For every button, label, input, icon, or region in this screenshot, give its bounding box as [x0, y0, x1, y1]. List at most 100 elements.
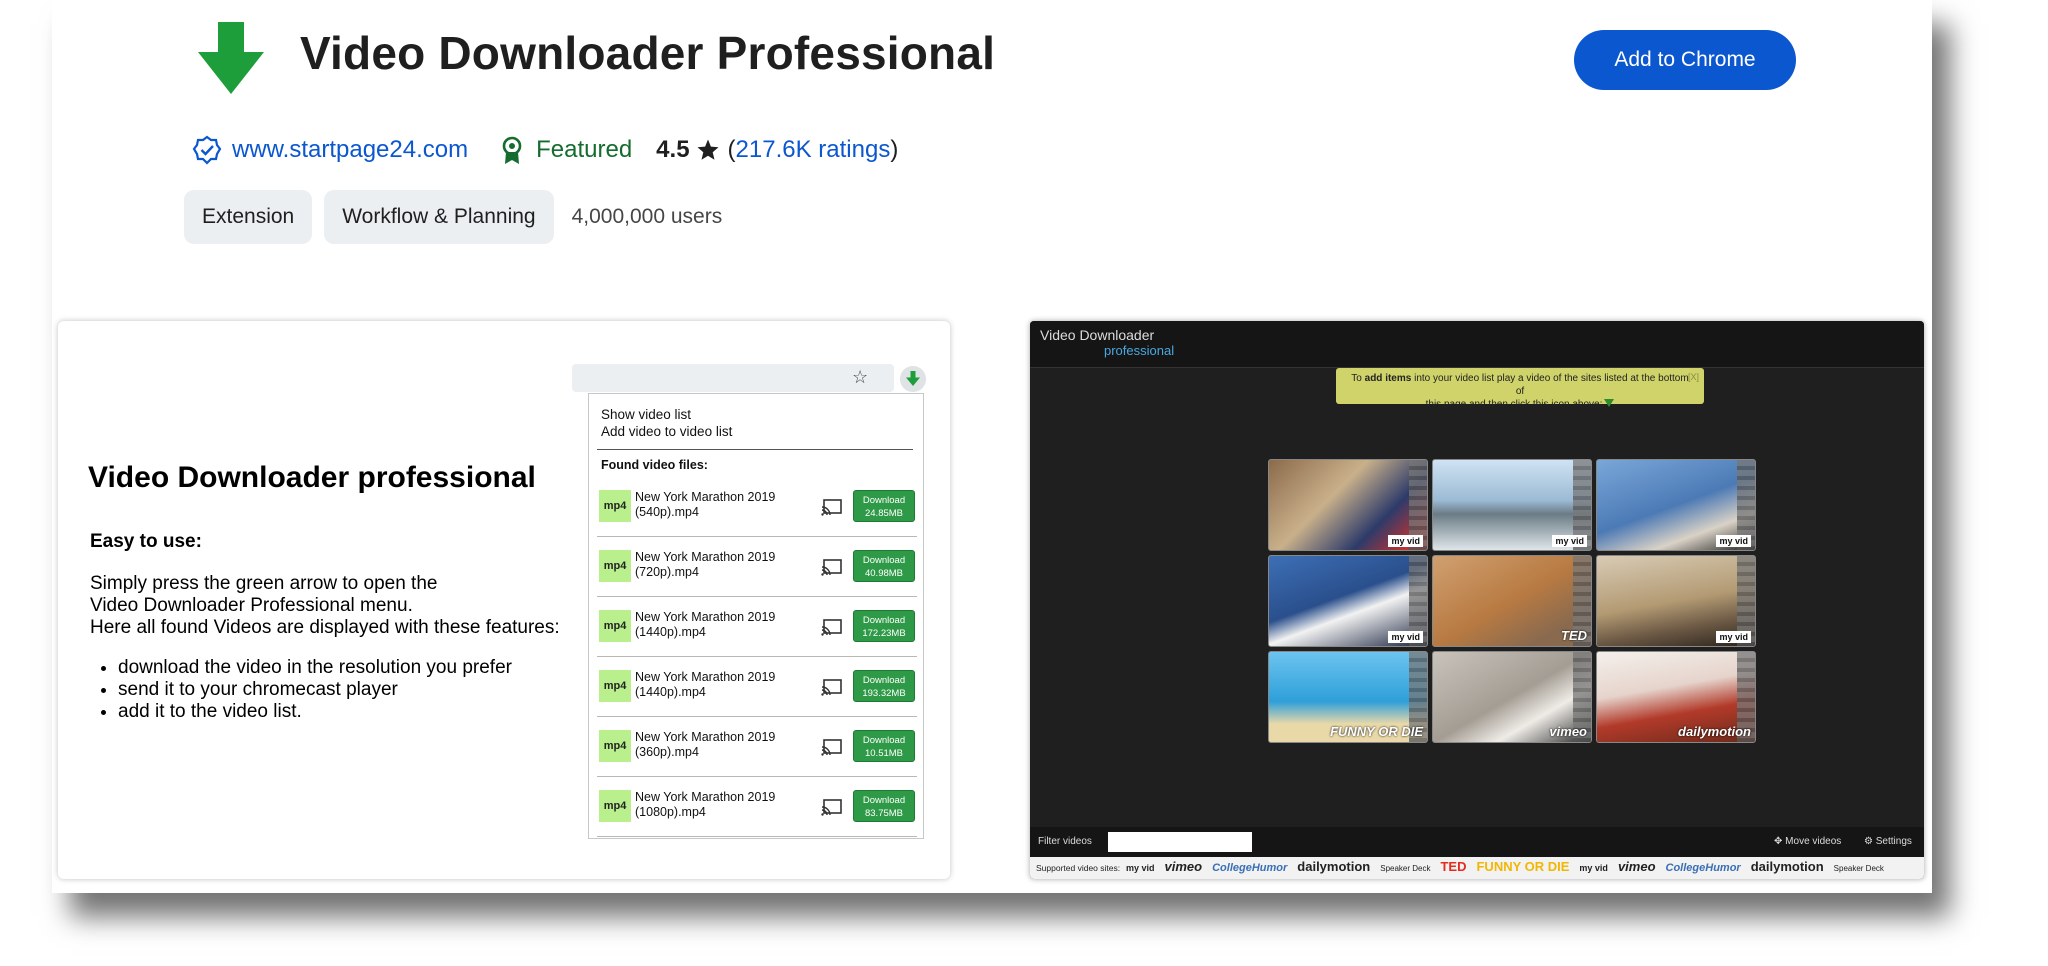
format-badge: mp4 [599, 610, 631, 642]
file-name-line: New York Marathon 2019 [635, 790, 776, 804]
file-name-line: New York Marathon 2019 [635, 670, 776, 684]
screenshot1-title: Video Downloader professional [88, 461, 536, 494]
download-button[interactable]: Download 83.75MB [853, 790, 915, 822]
video-thumbnail[interactable]: FUNNY OR DIE [1268, 651, 1428, 743]
thumbnail-source-label: dailymotion [1678, 724, 1751, 739]
move-icon: ✥ [1774, 836, 1783, 847]
move-videos-label: Move videos [1785, 836, 1842, 847]
description-line: Video Downloader Professional menu. [90, 595, 413, 616]
feature-item: download the video in the resolution you… [118, 657, 512, 679]
featured-label: Featured [536, 136, 633, 163]
screenshot1-subtitle: Easy to use: [90, 531, 202, 552]
file-name-line: New York Marathon 2019 [635, 610, 776, 624]
rating-value: 4.5 [656, 136, 690, 163]
supported-site-logo: Speaker Deck [1380, 864, 1431, 873]
download-label: Download [862, 795, 906, 806]
notice-bold: add items [1364, 373, 1412, 384]
supported-label: Supported video sites: [1036, 863, 1121, 873]
download-size: 193.32MB [862, 688, 906, 699]
screenshot-2[interactable]: Video Downloader professional [X] To add… [1030, 321, 1924, 879]
info-notice: [X] To add items into your video list pl… [1336, 368, 1704, 410]
file-row: mp4 New York Marathon 2019 (540p).mp4 Downl… [597, 476, 917, 537]
chip-extension[interactable]: Extension [184, 190, 313, 244]
file-name: New York Marathon 2019 (540p).mp4 [635, 490, 795, 520]
extension-popup: Show video list Add video to video list … [588, 393, 924, 839]
cast-icon[interactable] [821, 618, 843, 636]
thumbnail-source-label: my vid [1716, 631, 1751, 643]
video-thumbnail[interactable]: my vid [1268, 555, 1428, 647]
supported-site-logo: FUNNY OR DIE [1476, 859, 1570, 874]
file-row: mp4 New York Marathon 2019 (1080p).mp4 Down… [597, 776, 917, 837]
star-icon [697, 139, 719, 160]
download-button[interactable]: Download 10.51MB [853, 730, 915, 762]
file-name-line: (540p).mp4 [635, 505, 699, 519]
feature-list: download the video in the resolution you… [90, 657, 512, 723]
cast-icon[interactable] [821, 798, 843, 816]
file-name-line: New York Marathon 2019 [635, 490, 776, 504]
supported-site-logo: TED [1440, 859, 1467, 874]
chip-workflow-planning[interactable]: Workflow & Planning [324, 190, 554, 244]
found-files-label: Found video files: [601, 458, 708, 472]
filter-input[interactable] [1108, 832, 1252, 852]
file-name: New York Marathon 2019 (1080p).mp4 [635, 790, 795, 820]
filter-label: Filter videos [1038, 836, 1092, 847]
move-videos-button[interactable]: ✥ Move videos [1774, 836, 1841, 847]
download-button[interactable]: Download 193.32MB [853, 670, 915, 702]
screenshot-1[interactable]: Video Downloader professional Easy to us… [58, 321, 950, 879]
settings-button[interactable]: ⚙ Settings [1864, 836, 1912, 847]
file-name-line: (360p).mp4 [635, 745, 699, 759]
file-name: New York Marathon 2019 (360p).mp4 [635, 730, 795, 760]
notice-text: into your video list play a video of the… [1411, 373, 1689, 397]
meta-row: www.startpage24.com Featured 4.5 ( 217.6… [192, 132, 898, 168]
download-label: Download [862, 495, 906, 506]
video-thumbnail[interactable]: my vid [1268, 459, 1428, 551]
cast-icon[interactable] [821, 498, 843, 516]
supported-sites-bar: Supported video sites: my vid vimeo Colleg… [1030, 857, 1924, 879]
featured-badge-icon [502, 136, 522, 164]
download-size: 24.85MB [864, 508, 904, 519]
download-label: Download [862, 735, 906, 746]
format-badge: mp4 [599, 730, 631, 762]
download-button[interactable]: Download 172.23MB [853, 610, 915, 642]
popup-menu: Show video list Add video to video list [601, 406, 732, 440]
video-thumbnail[interactable]: TED [1432, 555, 1592, 647]
video-thumbnail[interactable]: vimeo [1432, 651, 1592, 743]
download-button[interactable]: Download 40.98MB [853, 550, 915, 582]
file-name: New York Marathon 2019 (1440p).mp4 [635, 670, 795, 700]
extension-title: Video Downloader Professional [300, 27, 996, 79]
file-row: mp4 New York Marathon 2019 (720p).mp4 Downl… [597, 536, 917, 597]
notice-text: this page and then click this icon above… [1425, 399, 1603, 410]
download-label: Download [862, 675, 906, 686]
description-line: Here all found Videos are displayed with… [90, 617, 560, 638]
file-row: mp4 New York Marathon 2019 (360p).mp4 Downl… [597, 716, 917, 777]
thumbnail-source-label: my vid [1716, 535, 1751, 547]
ratings-count-link[interactable]: 217.6K ratings [736, 136, 891, 164]
supported-site-logo: dailymotion [1750, 859, 1824, 874]
notice-close-button[interactable]: [X] [1688, 371, 1699, 384]
file-name-line: (720p).mp4 [635, 565, 699, 579]
video-thumbnail[interactable]: dailymotion [1596, 651, 1756, 743]
file-name-line: (1440p).mp4 [635, 685, 706, 699]
menu-add-video[interactable]: Add video to video list [601, 423, 732, 440]
publisher-website-link[interactable]: www.startpage24.com [232, 136, 468, 164]
cast-icon[interactable] [821, 678, 843, 696]
bookmark-star-icon: ☆ [852, 367, 869, 387]
browser-address-bar [572, 364, 894, 392]
gear-icon: ⚙ [1864, 836, 1873, 847]
download-button[interactable]: Download 24.85MB [853, 490, 915, 522]
cast-icon[interactable] [821, 738, 843, 756]
thumbnail-source-label: FUNNY OR DIE [1330, 724, 1423, 739]
add-to-chrome-button[interactable]: Add to Chrome [1574, 30, 1796, 90]
video-thumbnail[interactable]: my vid [1432, 459, 1592, 551]
thumbnail-source-label: my vid [1552, 535, 1587, 547]
cast-icon[interactable] [821, 558, 843, 576]
supported-site-logo: CollegeHumor [1212, 862, 1288, 874]
menu-show-video-list[interactable]: Show video list [601, 406, 732, 423]
supported-logos: my vid vimeo CollegeHumor dailymotion Speake… [1126, 859, 1894, 874]
feature-item: add it to the video list. [118, 701, 512, 723]
supported-site-logo: Speaker Deck [1833, 864, 1884, 873]
thumbnail-source-label: my vid [1388, 631, 1423, 643]
category-chips: Extension Workflow & Planning 4,000,000 … [184, 190, 722, 244]
video-thumbnail[interactable]: my vid [1596, 459, 1756, 551]
video-thumbnail[interactable]: my vid [1596, 555, 1756, 647]
